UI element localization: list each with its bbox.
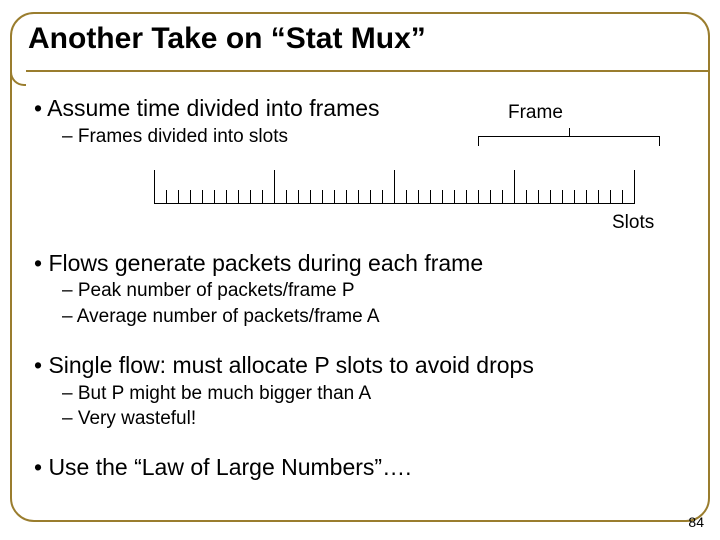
- sub-bullet-text: – Very wasteful!: [62, 407, 686, 431]
- sub-bullet-text: – Average number of packets/frame A: [62, 305, 686, 329]
- sub-bullet-text: – Peak number of packets/frame P: [62, 279, 686, 303]
- slide-title: Another Take on “Stat Mux”: [28, 22, 426, 56]
- slide-content: • Assume time divided into frames – Fram…: [34, 94, 686, 504]
- title-divider: [10, 70, 710, 72]
- bullet-text: • Assume time divided into frames: [34, 94, 686, 123]
- bullet-block: • Flows generate packets during each fra…: [34, 249, 686, 329]
- sub-bullet-text: – Frames divided into slots: [62, 125, 686, 149]
- diagram-spacer: [34, 171, 686, 243]
- bullet-block: • Use the “Law of Large Numbers”….: [34, 453, 686, 482]
- bullet-block: • Single flow: must allocate P slots to …: [34, 351, 686, 431]
- slide: Another Take on “Stat Mux” Frame Slots •…: [0, 0, 720, 540]
- bullet-text: • Single flow: must allocate P slots to …: [34, 351, 686, 380]
- bullet-text: • Flows generate packets during each fra…: [34, 249, 686, 278]
- page-number: 84: [688, 514, 704, 530]
- bullet-text: • Use the “Law of Large Numbers”….: [34, 453, 686, 482]
- sub-bullet-text: – But P might be much bigger than A: [62, 382, 686, 406]
- bullet-block: • Assume time divided into frames – Fram…: [34, 94, 686, 149]
